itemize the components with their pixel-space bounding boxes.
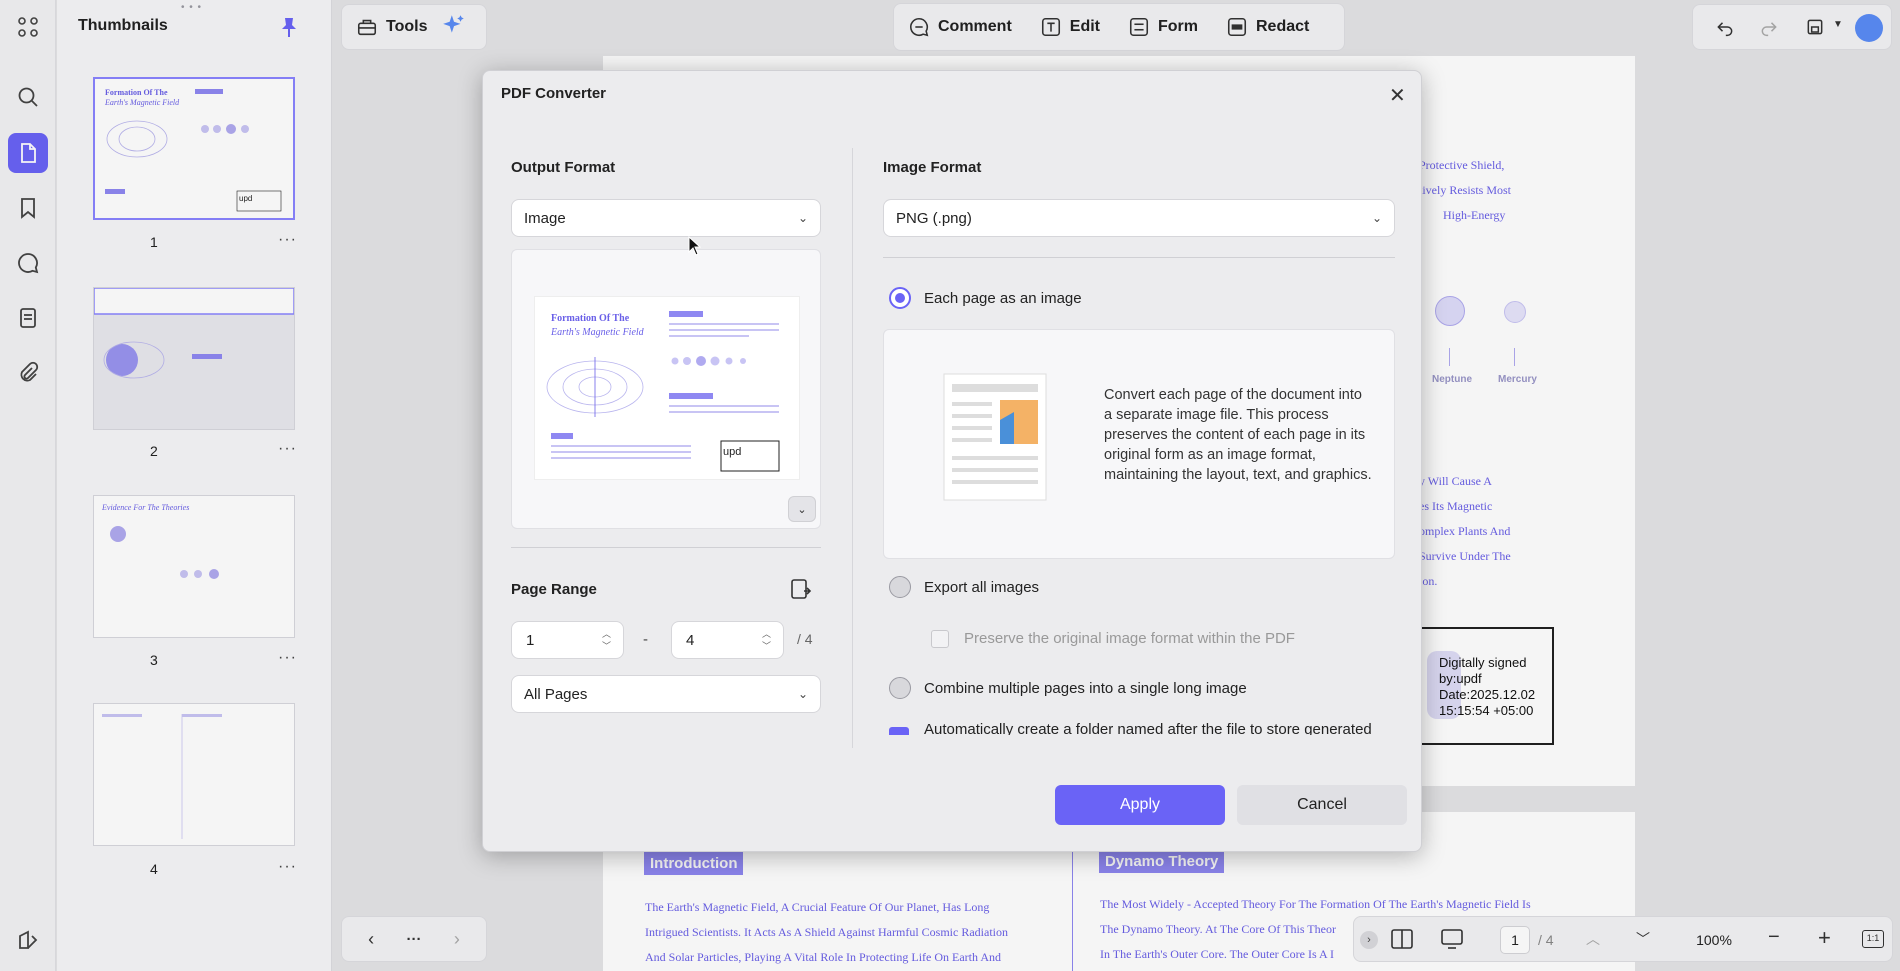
export-all-radio[interactable] bbox=[889, 576, 911, 598]
output-format-label: Output Format bbox=[511, 159, 616, 176]
range-from-input[interactable]: 1 ︿ ﹀ bbox=[511, 621, 624, 659]
output-format-value: Image bbox=[524, 209, 566, 227]
page-range-swap-icon[interactable] bbox=[789, 577, 813, 606]
each-page-radio[interactable] bbox=[889, 287, 911, 309]
export-all-label: Export all images bbox=[924, 579, 1040, 596]
column-divider bbox=[852, 148, 853, 748]
chevron-down-icon: ⌄ bbox=[797, 687, 808, 701]
image-format-label: Image Format bbox=[883, 159, 982, 176]
dialog-title: PDF Converter bbox=[501, 85, 607, 102]
divider bbox=[883, 257, 1395, 258]
stepper-icon[interactable]: ︿ ﹀ bbox=[762, 628, 771, 652]
preview-box: Formation Of The Earth's Magnetic Field … bbox=[511, 249, 821, 529]
cancel-button[interactable]: Cancel bbox=[1237, 785, 1407, 825]
page-scope-select[interactable]: All Pages ⌄ bbox=[511, 675, 821, 713]
mouse-cursor-icon bbox=[688, 235, 702, 261]
page-image-illustration-icon bbox=[940, 370, 1050, 510]
divider bbox=[511, 547, 821, 548]
page-scope-value: All Pages bbox=[524, 685, 588, 703]
auto-folder-checkbox[interactable] bbox=[889, 727, 909, 735]
combine-radio[interactable] bbox=[889, 677, 911, 699]
preview-page: Formation Of The Earth's Magnetic Field … bbox=[534, 296, 800, 480]
preserve-format-label: Preserve the original image format withi… bbox=[964, 630, 1295, 647]
range-from-value: 1 bbox=[526, 631, 535, 649]
image-format-value: PNG (.png) bbox=[896, 209, 972, 227]
each-page-label: Each page as an image bbox=[924, 290, 1082, 307]
preserve-format-checkbox[interactable] bbox=[931, 630, 949, 648]
preview-title-2: Earth's Magnetic Field bbox=[550, 327, 645, 338]
range-total: / 4 bbox=[797, 631, 813, 647]
each-page-description: Convert each page of the document into a… bbox=[1104, 387, 1372, 483]
svg-text:upd: upd bbox=[723, 446, 741, 458]
apply-button[interactable]: Apply bbox=[1055, 785, 1225, 825]
output-format-select[interactable]: Image ⌄ bbox=[511, 199, 821, 237]
chevron-down-icon[interactable]: ⌄ bbox=[788, 496, 816, 522]
chevron-down-icon: ⌄ bbox=[797, 211, 808, 225]
close-icon[interactable]: ✕ bbox=[1389, 83, 1406, 108]
auto-folder-label: Automatically create a folder named afte… bbox=[924, 721, 1372, 735]
range-to-input[interactable]: 4 ︿ ﹀ bbox=[671, 621, 784, 659]
pdf-converter-dialog: PDF Converter ✕ Output Format Image ⌄ Fo… bbox=[482, 70, 1422, 852]
stepper-icon[interactable]: ︿ ﹀ bbox=[602, 628, 611, 652]
preview-title-1: Formation Of The bbox=[551, 313, 630, 324]
each-page-description-box: Convert each page of the document into a… bbox=[883, 329, 1395, 559]
page-range-label: Page Range bbox=[511, 581, 597, 598]
range-to-value: 4 bbox=[686, 631, 695, 649]
range-dash: - bbox=[643, 631, 648, 648]
chevron-down-icon: ⌄ bbox=[1371, 211, 1382, 225]
image-format-select[interactable]: PNG (.png) ⌄ bbox=[883, 199, 1395, 237]
combine-label: Combine multiple pages into a single lon… bbox=[924, 680, 1247, 697]
auto-folder-row: Automatically create a folder named afte… bbox=[883, 721, 1395, 735]
